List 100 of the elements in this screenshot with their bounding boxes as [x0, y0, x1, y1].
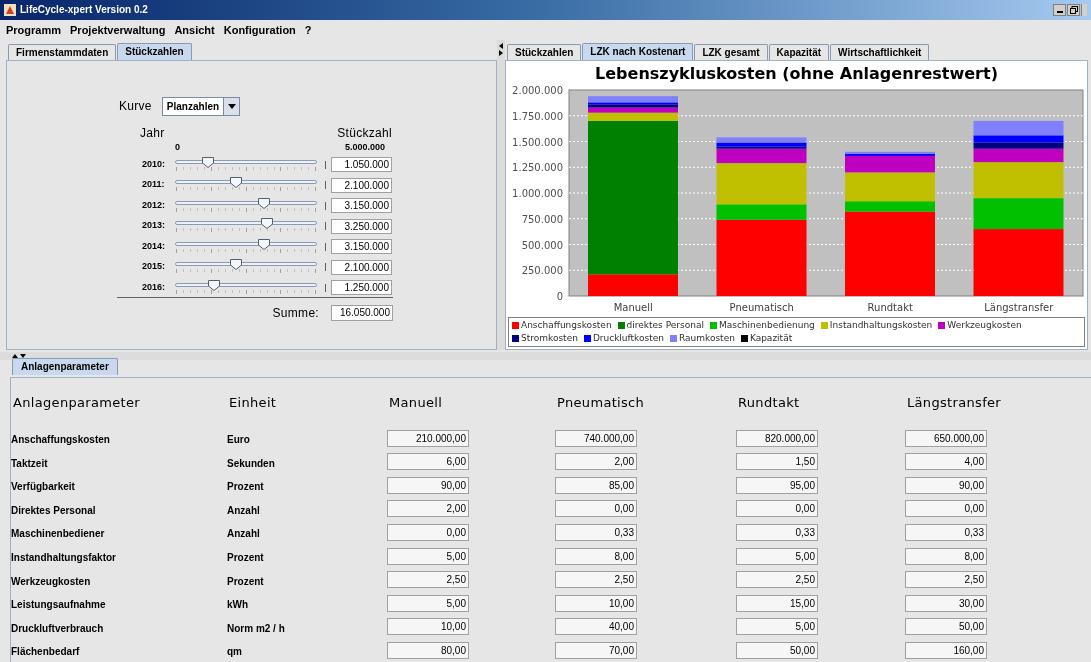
value-field[interactable]: 5,00 [387, 547, 469, 565]
category-label: Längstransfer [983, 301, 1053, 313]
column-header: Manuell [389, 395, 443, 411]
value-field[interactable]: 40,00 [555, 618, 637, 636]
value-field[interactable]: 5,00 [736, 618, 818, 636]
value-field[interactable]: 2,50 [905, 571, 987, 589]
curve-dropdown[interactable]: Planzahlen [161, 96, 241, 116]
value-field[interactable]: 160,00 [905, 641, 987, 659]
unit-label: Anzahl [227, 504, 260, 516]
value-field[interactable]: 2,50 [736, 571, 818, 589]
value-field[interactable]: 1,50 [736, 453, 818, 471]
value-field[interactable]: 50,00 [736, 641, 818, 659]
column-header: Pneumatisch [557, 395, 645, 411]
value-field[interactable]: 4,00 [905, 453, 987, 471]
value-field[interactable]: 2,00 [387, 500, 469, 518]
axis-tick-label: 0 [556, 290, 563, 302]
value-field[interactable]: 3.150.000 [331, 239, 392, 255]
column-header: Jahr [140, 124, 165, 142]
unit-label: Prozent [227, 481, 264, 493]
tab[interactable]: LZK gesamt [694, 43, 768, 60]
value-field[interactable]: 2.100.000 [331, 259, 392, 275]
menu-item[interactable]: Konfiguration [223, 21, 296, 39]
column-header: Anlagenparameter [13, 395, 141, 411]
menu-item[interactable]: Ansicht [174, 21, 215, 39]
unit-label: Prozent [227, 552, 264, 564]
value-field[interactable]: 0,00 [387, 523, 469, 541]
value-field[interactable]: 3.250.000 [331, 218, 392, 234]
menu-item[interactable]: ? [304, 21, 312, 39]
value-field[interactable]: 8,00 [905, 547, 987, 565]
sum-field[interactable]: 16.050.000 [331, 304, 393, 321]
value-field[interactable]: 30,00 [905, 594, 987, 612]
value-field[interactable]: 650.000,00 [905, 429, 987, 447]
value-field[interactable]: 6,00 [387, 453, 469, 471]
window-title: LifeCycle-xpert Version 0.2 [20, 3, 148, 18]
value-field[interactable]: 3.150.000 [331, 198, 392, 214]
unit-label: Prozent [227, 575, 264, 587]
category-label: Manuell [613, 301, 653, 313]
value-field[interactable]: 2,00 [555, 453, 637, 471]
value-field[interactable]: 2.100.000 [331, 177, 392, 193]
value-field[interactable]: 5,00 [736, 547, 818, 565]
chart-title: Lebenszykluskosten (ohne Anlagenrestwert) [595, 63, 998, 84]
tab[interactable]: Wirtschaftlichkeit [830, 43, 930, 60]
value-field[interactable]: 0,00 [736, 500, 818, 518]
scale-label: 0 [175, 140, 180, 154]
value-field[interactable]: 0,33 [905, 523, 987, 541]
unit-label: qm [227, 646, 242, 658]
legend-label: Anschaffungskosten [521, 318, 612, 332]
value-field[interactable]: 740.000,00 [555, 429, 637, 447]
value-field[interactable]: 15,00 [736, 594, 818, 612]
axis-tick-label: 500.000 [521, 239, 563, 251]
value-field[interactable]: 2,50 [555, 571, 637, 589]
value-field[interactable]: 5,00 [387, 594, 469, 612]
value-field[interactable]: 85,00 [555, 476, 637, 494]
category-label: Rundtakt [867, 301, 913, 313]
legend-label: Werkzeugkosten [947, 318, 1022, 332]
column-header: Rundtakt [738, 395, 800, 411]
column-header: Einheit [229, 395, 277, 411]
tab[interactable]: Firmenstammdaten [8, 43, 117, 60]
value-field[interactable]: 50,00 [905, 618, 987, 636]
value-field[interactable]: 80,00 [387, 641, 469, 659]
parameter-label: Druckluftverbrauch [11, 622, 104, 634]
value-field[interactable]: 1.250.000 [331, 280, 392, 296]
value-field[interactable]: 90,00 [905, 476, 987, 494]
parameter-label: Leistungsaufnahme [11, 599, 106, 611]
value-field[interactable]: 0,00 [555, 500, 637, 518]
parameter-label: Taktzeit [11, 457, 48, 469]
category-label: Pneumatisch [729, 301, 794, 313]
value-field[interactable]: 10,00 [555, 594, 637, 612]
sum-label: Summe: [272, 304, 319, 322]
tab[interactable]: Stückzahlen [507, 43, 582, 60]
axis-tick-label: 2.000.000 [511, 84, 563, 96]
legend-label: Maschinenbedienung [718, 318, 815, 332]
curve-label: Kurve [119, 98, 152, 116]
legend-label: direktes Personal [626, 318, 704, 332]
value-field[interactable]: 1.050.000 [331, 157, 392, 173]
value-field[interactable]: 820.000,00 [736, 429, 818, 447]
tab[interactable]: Stückzahlen [117, 42, 192, 60]
legend-label: Stromkosten [521, 331, 578, 345]
value-field[interactable]: 2,50 [387, 571, 469, 589]
value-field[interactable]: 8,00 [555, 547, 637, 565]
axis-tick-label: 1.750.000 [511, 110, 563, 122]
value-field[interactable]: 95,00 [736, 476, 818, 494]
tab[interactable]: LZK nach Kostenart [582, 42, 694, 60]
value-field[interactable]: 0,33 [555, 523, 637, 541]
value-field[interactable]: 70,00 [555, 641, 637, 659]
tab[interactable]: Kapazität [768, 43, 830, 60]
value-field[interactable]: 10,00 [387, 618, 469, 636]
axis-tick-label: 1.500.000 [511, 136, 563, 148]
menu-item[interactable]: Projektverwaltung [70, 21, 166, 39]
year-label: 2012: [141, 198, 167, 212]
value-field[interactable]: 210.000,00 [387, 429, 469, 447]
value-field[interactable]: 0,33 [736, 523, 818, 541]
value-field[interactable]: 90,00 [387, 476, 469, 494]
column-header: Stückzahl [337, 124, 392, 142]
menu-item[interactable]: Programm [6, 21, 62, 39]
year-label: 2015: [141, 260, 167, 274]
value-field[interactable]: 0,00 [905, 500, 987, 518]
parameter-label: Flächenbedarf [11, 646, 80, 658]
parameter-label: Anschaffungskosten [11, 434, 110, 446]
legend-label: Kapazität [749, 331, 793, 345]
